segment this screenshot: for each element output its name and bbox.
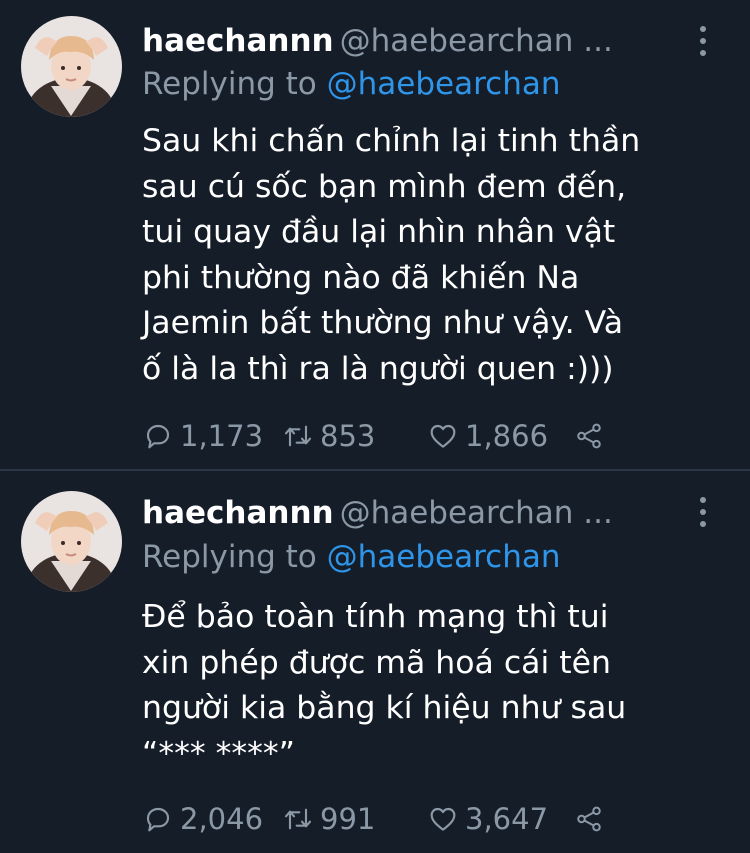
replying-to-line: Replying to @haebearchan (142, 535, 561, 579)
tweet[interactable]: haechannn @haebearchan ... Replying to @h… (0, 0, 750, 470)
retweet-count: 853 (320, 419, 376, 453)
like-count: 1,866 (465, 419, 549, 453)
tweet-text: Để bảo toàn tính mạng thì tui xin phép đ… (142, 599, 627, 772)
retweet-icon (284, 425, 312, 447)
like-button[interactable]: 3,647 (427, 801, 548, 837)
share-button[interactable] (574, 801, 604, 837)
like-icon (430, 424, 456, 448)
share-icon (577, 423, 601, 449)
reply-button[interactable]: 2,046 (142, 801, 263, 837)
tweet[interactable]: haechannn @haebearchan ... Replying to @h… (0, 471, 750, 853)
like-icon (430, 807, 456, 831)
replying-to-label: Replying to (142, 539, 317, 575)
like-count: 3,647 (465, 802, 549, 836)
avatar[interactable] (21, 491, 122, 592)
replying-to-label: Replying to (142, 66, 317, 102)
reply-button[interactable]: 1,173 (142, 418, 263, 454)
avatar-image (21, 16, 122, 117)
avatar[interactable] (21, 16, 122, 117)
more-vertical-icon[interactable] (698, 26, 708, 56)
reply-icon (146, 424, 170, 449)
like-button[interactable]: 1,866 (427, 418, 548, 454)
avatar-image (21, 491, 122, 592)
reply-count: 2,046 (180, 802, 264, 836)
retweet-count: 991 (320, 802, 376, 836)
tweet-actions: 2,046 991 3,647 (142, 801, 622, 837)
replying-to-line: Replying to @haebearchan (142, 62, 561, 106)
reply-icon (146, 807, 170, 832)
retweet-icon (284, 808, 312, 830)
display-name[interactable]: haechannn (142, 23, 334, 59)
user-handle[interactable]: @haebearchan ... (340, 495, 613, 531)
share-button[interactable] (574, 418, 604, 454)
retweet-button[interactable]: 853 (282, 418, 375, 454)
user-handle[interactable]: @haebearchan ... (340, 23, 613, 59)
more-vertical-icon[interactable] (698, 497, 708, 527)
reply-count: 1,173 (180, 419, 264, 453)
display-name[interactable]: haechannn (142, 495, 334, 531)
replying-to-mention[interactable]: @haebearchan (327, 66, 561, 102)
tweet-header: haechannn @haebearchan ... (142, 18, 702, 64)
tweet-header: haechannn @haebearchan ... (142, 490, 702, 536)
tweet-text: Sau khi chấn chỉnh lại tinh thần sau cú … (142, 123, 641, 387)
share-icon (577, 806, 601, 832)
replying-to-mention[interactable]: @haebearchan (327, 539, 561, 575)
retweet-button[interactable]: 991 (282, 801, 375, 837)
tweet-actions: 1,173 853 1,866 (142, 418, 622, 454)
